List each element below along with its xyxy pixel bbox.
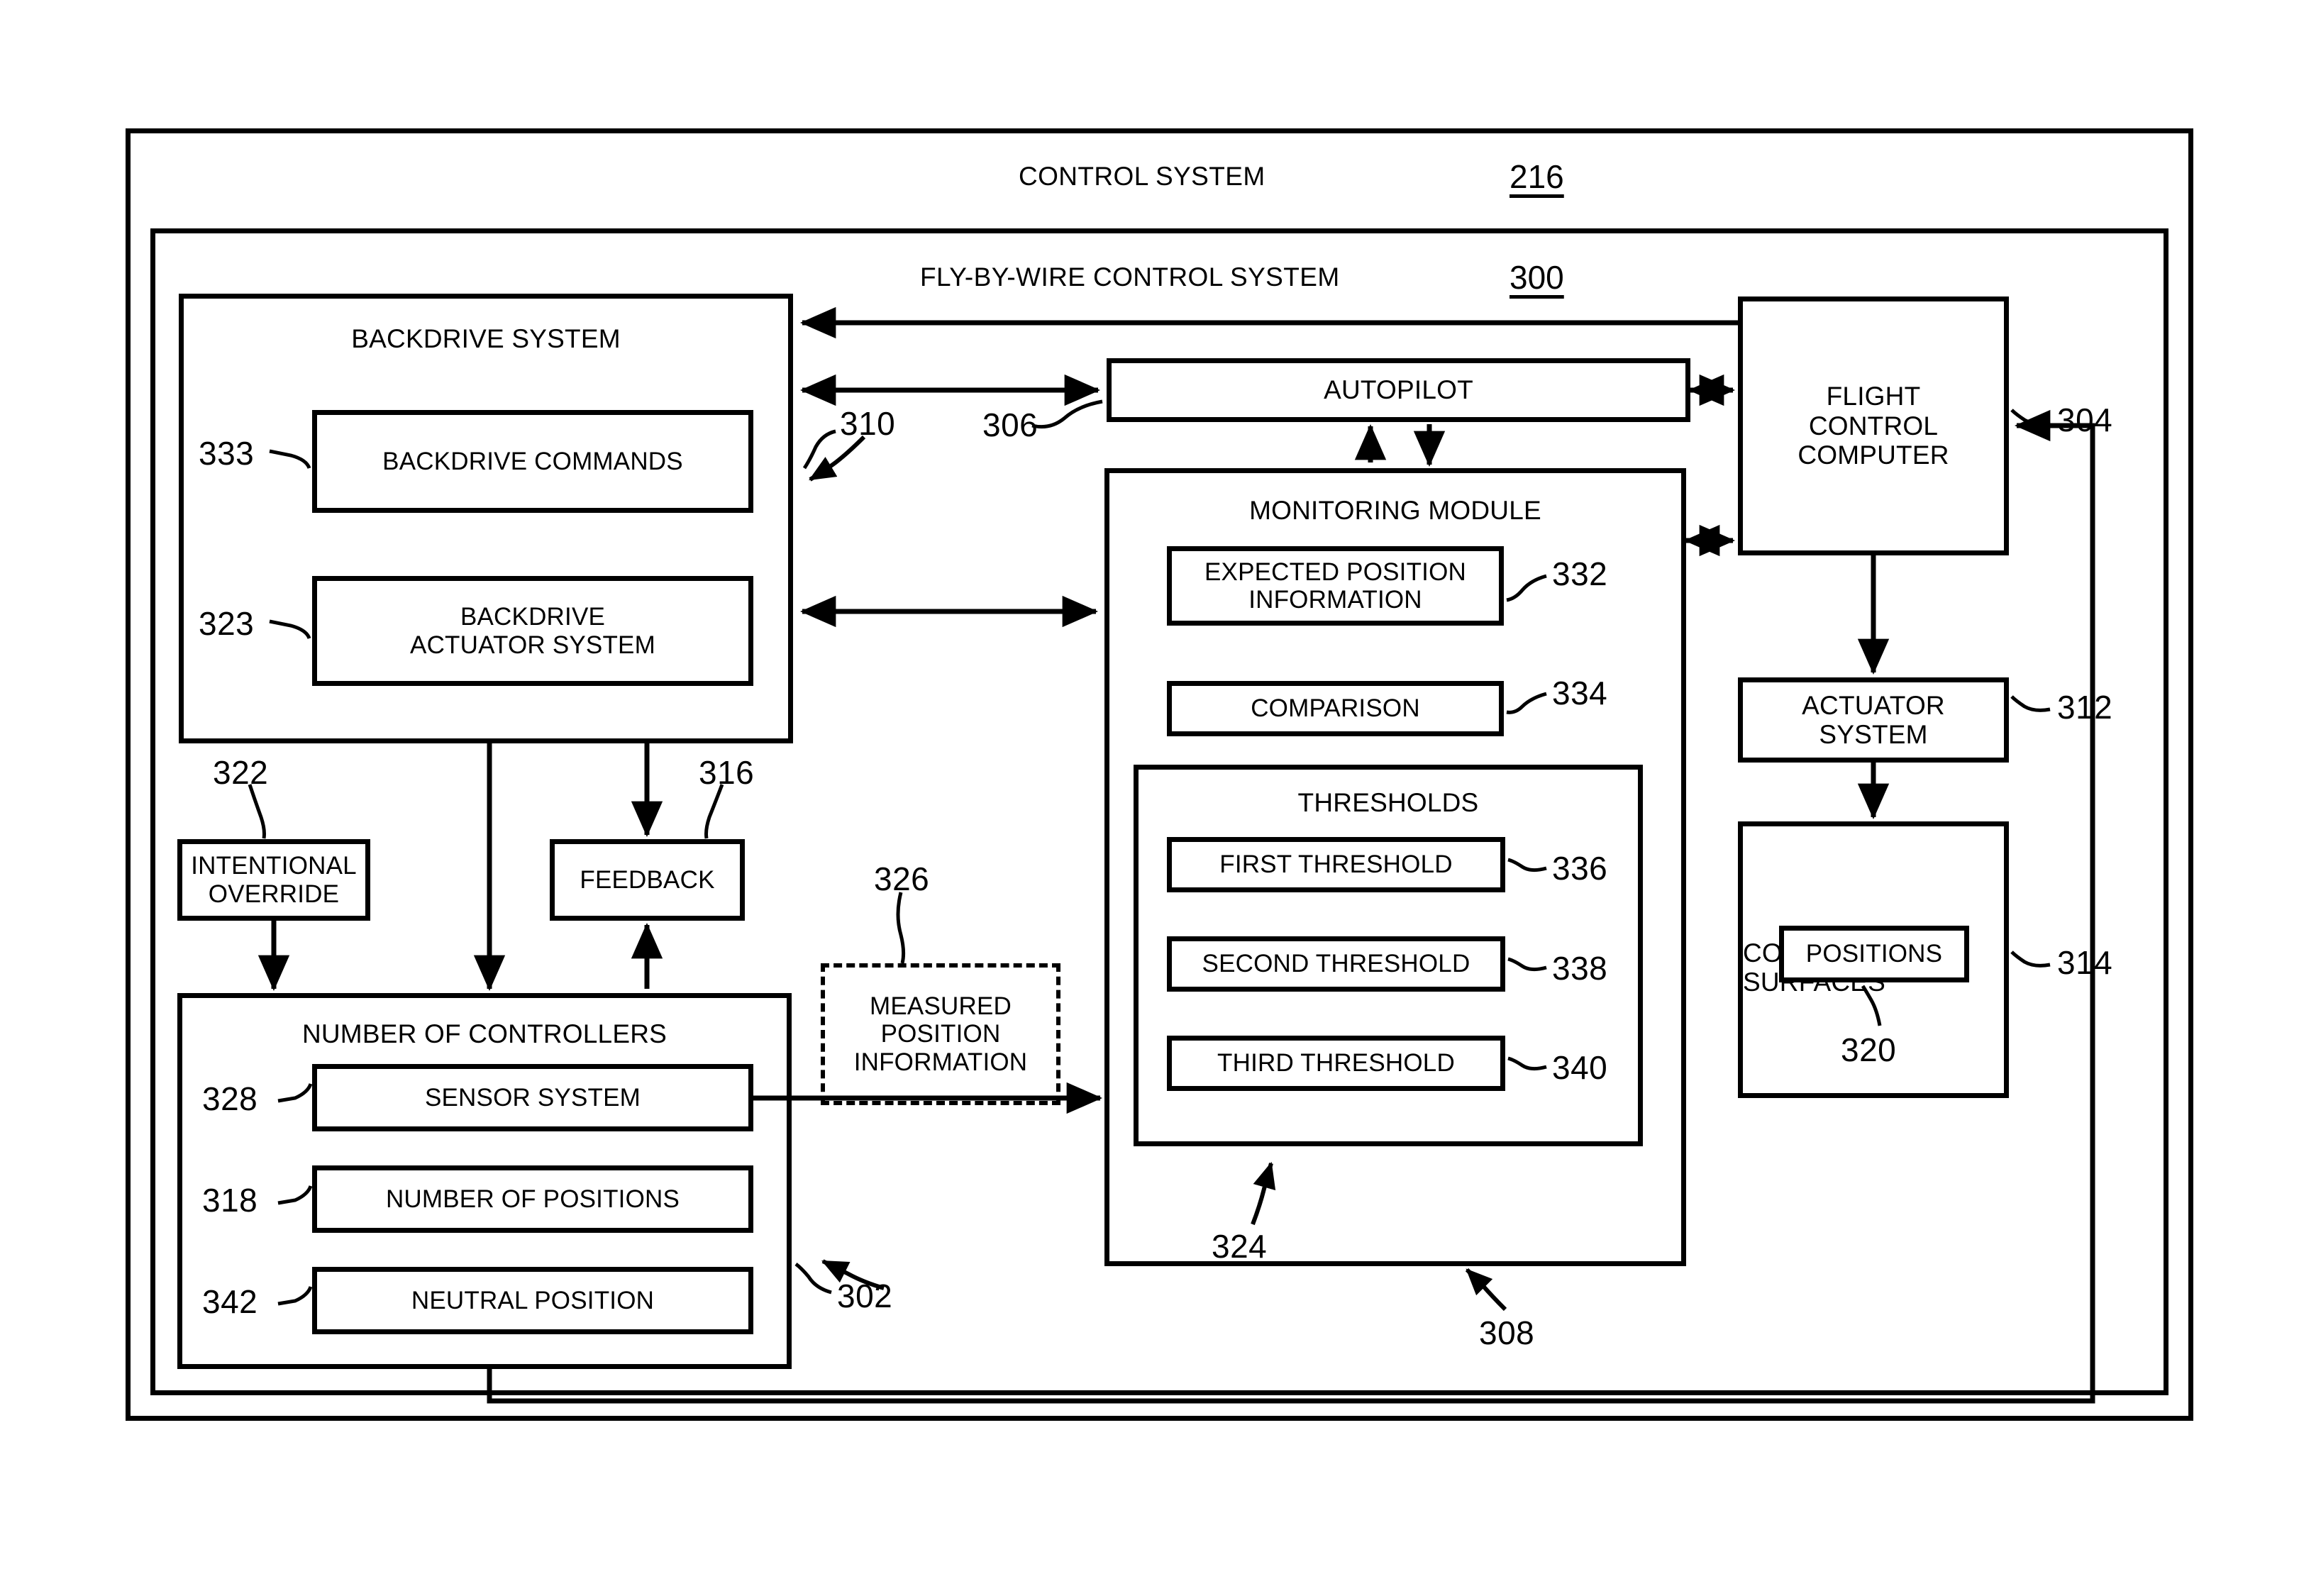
ref-328: 328 [202,1080,258,1117]
flight-control-computer-line2: CONTROL [1808,411,1939,440]
monitoring-module-label: MONITORING MODULE [1249,496,1541,525]
measured-position-information-box: MEASURED POSITION INFORMATION [821,963,1060,1105]
ref-304: 304 [2057,401,2113,438]
backdrive-actuator-system-box[interactable]: BACKDRIVE ACTUATOR SYSTEM [312,576,753,686]
actuator-system-box[interactable]: ACTUATOR SYSTEM [1738,677,2009,763]
autopilot-box[interactable]: AUTOPILOT [1107,358,1690,422]
measured-position-line1: MEASURED [870,992,1012,1021]
ref-310: 310 [840,405,896,442]
expected-position-information-box[interactable]: EXPECTED POSITION INFORMATION [1167,546,1504,626]
flight-control-computer-line3: COMPUTER [1797,440,1949,470]
ref-316: 316 [699,754,755,791]
ref-334: 334 [1552,675,1608,711]
actuator-system-line1: ACTUATOR [1802,690,1945,720]
third-threshold-box[interactable]: THIRD THRESHOLD [1167,1036,1505,1091]
comparison-label: COMPARISON [1251,694,1420,723]
autopilot-label: AUTOPILOT [1324,375,1473,405]
control-system-title: CONTROL SYSTEM [1019,162,1265,191]
ref-323: 323 [199,605,255,642]
flight-control-computer-line1: FLIGHT [1826,382,1921,411]
positions-box[interactable]: POSITIONS [1779,926,1969,982]
ref-306: 306 [982,406,1038,443]
ref-340: 340 [1552,1049,1608,1086]
ref-312: 312 [2057,689,2113,726]
first-threshold-box[interactable]: FIRST THRESHOLD [1167,837,1505,892]
ref-333: 333 [199,435,255,472]
intentional-override-line1: INTENTIONAL [191,852,357,880]
comparison-box[interactable]: COMPARISON [1167,681,1504,736]
ref-342: 342 [202,1283,258,1320]
first-threshold-label: FIRST THRESHOLD [1219,850,1453,879]
ref-314: 314 [2057,944,2113,981]
ref-324: 324 [1212,1228,1268,1265]
number-of-positions-box[interactable]: NUMBER OF POSITIONS [312,1165,753,1233]
sensor-system-box[interactable]: SENSOR SYSTEM [312,1064,753,1131]
third-threshold-label: THIRD THRESHOLD [1217,1049,1455,1077]
patent-figure: CONTROL SYSTEM 216 FLY-BY-WIRE CONTROL S… [0,0,2321,1596]
measured-position-line2: POSITION [880,1020,1001,1048]
feedback-box[interactable]: FEEDBACK [550,839,745,921]
backdrive-commands-box[interactable]: BACKDRIVE COMMANDS [312,410,753,513]
ref-338: 338 [1552,950,1608,987]
sensor-system-label: SENSOR SYSTEM [424,1083,641,1112]
neutral-position-box[interactable]: NEUTRAL POSITION [312,1267,753,1334]
neutral-position-label: NEUTRAL POSITION [411,1286,655,1314]
ref-326: 326 [874,860,930,897]
ref-322: 322 [213,754,269,791]
ref-336: 336 [1552,850,1608,887]
ref-320: 320 [1841,1031,1897,1068]
second-threshold-box[interactable]: SECOND THRESHOLD [1167,936,1505,992]
intentional-override-line2: OVERRIDE [208,880,340,908]
expected-position-line1: EXPECTED POSITION [1204,558,1467,586]
positions-label: POSITIONS [1805,940,1943,968]
ref-308: 308 [1479,1314,1535,1351]
number-of-controllers-label: NUMBER OF CONTROLLERS [301,1019,668,1048]
actuator-system-line2: SYSTEM [1819,720,1928,749]
ref-302: 302 [837,1278,893,1314]
ref-332: 332 [1552,555,1608,592]
second-threshold-label: SECOND THRESHOLD [1202,950,1470,978]
fly-by-wire-title: FLY-BY-WIRE CONTROL SYSTEM [920,262,1340,292]
backdrive-actuator-line2: ACTUATOR SYSTEM [410,631,655,659]
backdrive-commands-label: BACKDRIVE COMMANDS [382,447,683,475]
backdrive-actuator-line1: BACKDRIVE [460,603,606,631]
thresholds-label: THRESHOLDS [1297,788,1479,817]
expected-position-line2: INFORMATION [1248,586,1422,614]
ref-318: 318 [202,1182,258,1219]
backdrive-system-label: BACKDRIVE SYSTEM [351,324,621,353]
feedback-label: FEEDBACK [580,865,715,894]
number-of-positions-label: NUMBER OF POSITIONS [385,1185,680,1213]
flight-control-computer-box[interactable]: FLIGHT CONTROL COMPUTER [1738,297,2009,555]
fly-by-wire-ref: 300 [1510,259,1564,296]
control-system-ref: 216 [1510,158,1564,195]
intentional-override-box[interactable]: INTENTIONAL OVERRIDE [177,839,370,921]
measured-position-line3: INFORMATION [853,1048,1028,1076]
